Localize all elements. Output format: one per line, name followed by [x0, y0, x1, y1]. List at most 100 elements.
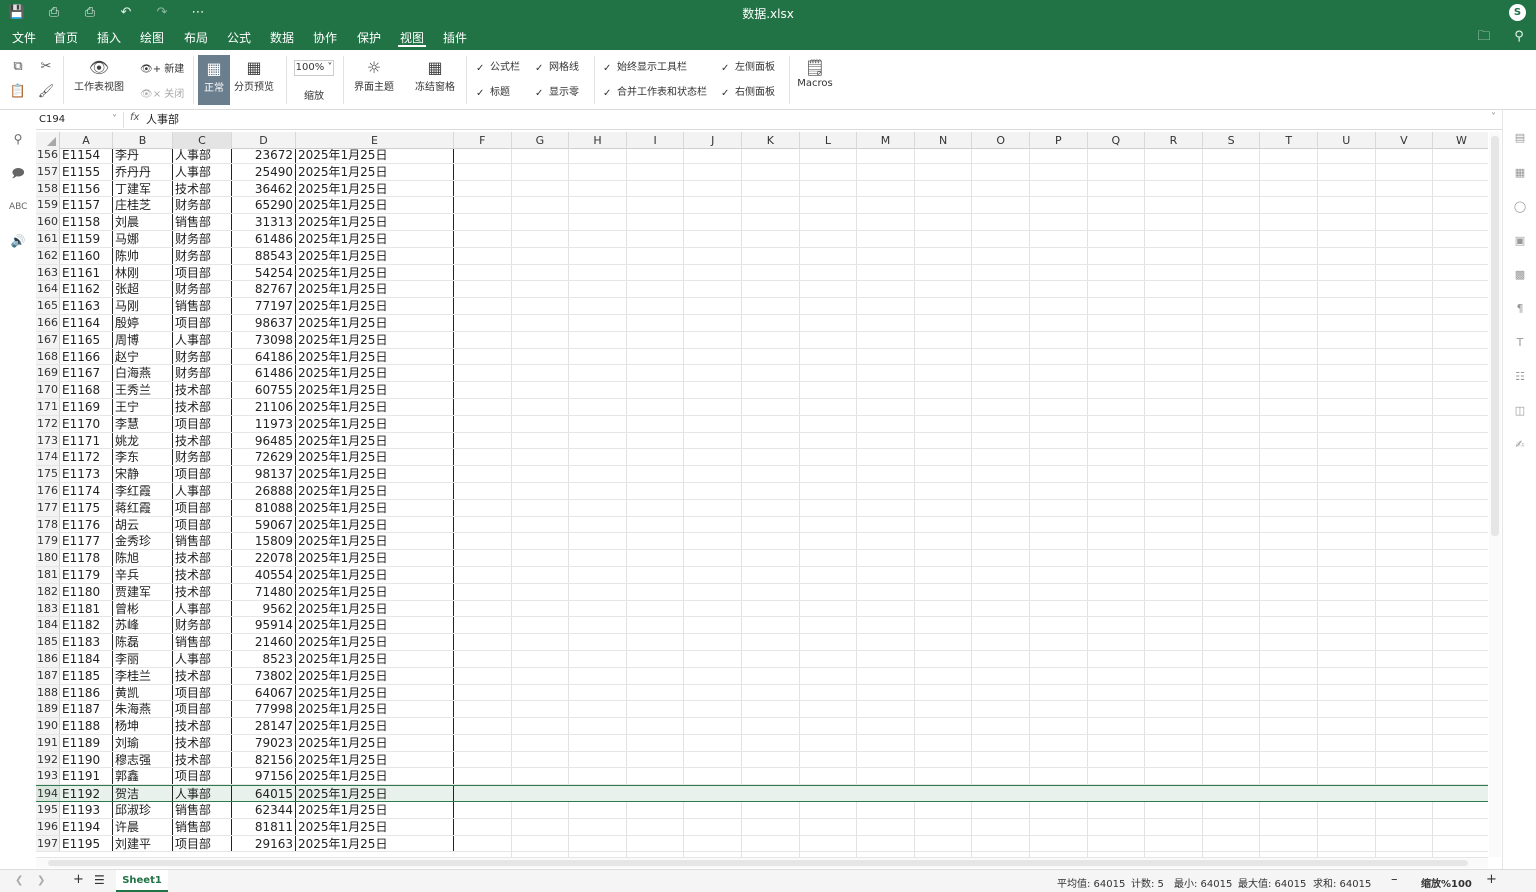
cell-amount[interactable]: 64186 — [232, 348, 296, 365]
cell-date[interactable]: 2025年1月25日 — [296, 163, 454, 180]
cell-name[interactable]: 李东 — [113, 449, 173, 466]
expand-formula-icon[interactable]: ˅ — [1491, 112, 1496, 123]
cell-amount[interactable]: 11973 — [232, 415, 296, 432]
cell-id[interactable]: E1187 — [60, 701, 113, 718]
table-row[interactable]: 159 E1157 庄桂芝 财务部 65290 2025年1月25日 — [36, 197, 1488, 215]
row-header[interactable]: 180 — [36, 550, 60, 566]
table-row[interactable]: 197 E1195 刘建平 项目部 29163 2025年1月25日 — [36, 835, 1488, 853]
shapes-icon[interactable]: ◯ — [1512, 199, 1528, 215]
properties-icon[interactable]: ▤ — [1512, 130, 1528, 146]
formula-bar-checkbox[interactable]: ✓ 公式栏 — [476, 61, 520, 75]
row-header[interactable]: 182 — [36, 583, 60, 600]
cell-amount[interactable]: 96485 — [232, 432, 296, 449]
vertical-scrollbar[interactable] — [1489, 132, 1501, 857]
cell-date[interactable]: 2025年1月25日 — [296, 566, 454, 583]
cell-amount[interactable]: 95914 — [232, 617, 296, 634]
right-panel-checkbox[interactable]: ✓ 右侧面板 — [721, 86, 775, 100]
cell-id[interactable]: E1191 — [60, 768, 113, 785]
cell-date[interactable]: 2025年1月25日 — [296, 466, 454, 482]
menu-formula[interactable]: 公式 — [225, 29, 253, 47]
row-header[interactable]: 176 — [36, 482, 60, 499]
cell-amount[interactable]: 81088 — [232, 499, 296, 516]
cell-dept[interactable]: 项目部 — [173, 415, 232, 432]
table-row[interactable]: 192 E1190 穆志强 技术部 82156 2025年1月25日 — [36, 751, 1488, 769]
cell-date[interactable]: 2025年1月25日 — [296, 499, 454, 516]
cell-dept[interactable]: 销售部 — [173, 802, 232, 818]
cell-dept[interactable]: 项目部 — [173, 499, 232, 516]
cell-id[interactable]: E1160 — [60, 247, 113, 264]
cell-name[interactable]: 乔丹丹 — [113, 163, 173, 180]
cell-amount[interactable]: 72629 — [232, 449, 296, 466]
cell-date[interactable]: 2025年1月25日 — [296, 516, 454, 533]
cell-name[interactable]: 朱海燕 — [113, 701, 173, 718]
table-row[interactable]: 176 E1174 李红霞 人事部 26888 2025年1月25日 — [36, 482, 1488, 500]
theme-button[interactable]: ☼ 界面主题 — [352, 58, 396, 93]
cell-date[interactable]: 2025年1月25日 — [296, 415, 454, 432]
table-row[interactable]: 186 E1184 李丽 人事部 8523 2025年1月25日 — [36, 650, 1488, 668]
cell-id[interactable]: E1161 — [60, 264, 113, 281]
column-header[interactable]: S — [1203, 132, 1261, 149]
column-header[interactable]: Q — [1088, 132, 1146, 149]
cell-amount[interactable]: 61486 — [232, 230, 296, 247]
row-header[interactable]: 162 — [36, 247, 60, 264]
cell-date[interactable]: 2025年1月25日 — [296, 214, 454, 230]
cell-amount[interactable]: 62344 — [232, 802, 296, 818]
avatar[interactable]: S — [1509, 4, 1526, 21]
cell-amount[interactable]: 40554 — [232, 566, 296, 583]
row-header[interactable]: 187 — [36, 667, 60, 684]
column-header[interactable]: T — [1260, 132, 1318, 149]
cell-id[interactable]: E1190 — [60, 751, 113, 768]
cell-id[interactable]: E1156 — [60, 180, 113, 197]
cell-amount[interactable]: 31313 — [232, 214, 296, 230]
cell-id[interactable]: E1172 — [60, 449, 113, 466]
cell-dept[interactable]: 销售部 — [173, 634, 232, 650]
cut-icon[interactable]: ✂ — [37, 58, 55, 76]
column-header[interactable]: A — [60, 132, 113, 149]
spellcheck-icon[interactable]: ABC — [9, 198, 27, 216]
copy-icon[interactable]: ⧉ — [9, 58, 27, 76]
cell-dept[interactable]: 人事部 — [173, 600, 232, 617]
row-header[interactable]: 172 — [36, 415, 60, 432]
cell-dept[interactable]: 财务部 — [173, 617, 232, 634]
table-row[interactable]: 179 E1177 金秀珍 销售部 15809 2025年1月25日 — [36, 533, 1488, 551]
cell-date[interactable]: 2025年1月25日 — [296, 382, 454, 398]
table-row[interactable]: 166 E1164 殷婷 项目部 98637 2025年1月25日 — [36, 314, 1488, 332]
cell-amount[interactable]: 8523 — [232, 650, 296, 667]
cell-id[interactable]: E1158 — [60, 214, 113, 230]
table-row[interactable]: 180 E1178 陈旭 技术部 22078 2025年1月25日 — [36, 550, 1488, 567]
cell-dept[interactable]: 人事部 — [173, 482, 232, 499]
cell-date[interactable]: 2025年1月25日 — [296, 264, 454, 281]
row-header[interactable]: 189 — [36, 701, 60, 718]
table-row[interactable]: 172 E1170 李慧 项目部 11973 2025年1月25日 — [36, 415, 1488, 433]
cell-amount[interactable]: 21460 — [232, 634, 296, 650]
cell-dept[interactable]: 财务部 — [173, 449, 232, 466]
cell-name[interactable]: 丁建军 — [113, 180, 173, 197]
table-row[interactable]: 168 E1166 赵宁 财务部 64186 2025年1月25日 — [36, 348, 1488, 366]
cell-dept[interactable]: 财务部 — [173, 197, 232, 214]
row-header[interactable]: 193 — [36, 768, 60, 785]
cell-id[interactable]: E1167 — [60, 365, 113, 382]
cell-amount[interactable]: 82767 — [232, 281, 296, 298]
cell-date[interactable]: 2025年1月25日 — [296, 432, 454, 449]
cell-dept[interactable]: 技术部 — [173, 566, 232, 583]
cell-dept[interactable]: 销售部 — [173, 533, 232, 550]
column-header[interactable]: O — [972, 132, 1030, 149]
cell-id[interactable]: E1155 — [60, 163, 113, 180]
cell-id[interactable]: E1154 — [60, 147, 113, 163]
cell-date[interactable]: 2025年1月25日 — [296, 583, 454, 600]
row-header[interactable]: 186 — [36, 650, 60, 667]
cell-id[interactable]: E1171 — [60, 432, 113, 449]
cell-amount[interactable]: 28147 — [232, 718, 296, 734]
cell-name[interactable]: 马娜 — [113, 230, 173, 247]
fx-icon[interactable]: fx — [130, 112, 139, 123]
headings-checkbox[interactable]: ✓ 标题 — [476, 86, 510, 100]
row-header[interactable]: 184 — [36, 617, 60, 634]
cell-amount[interactable]: 36462 — [232, 180, 296, 197]
sheet-tab[interactable]: Sheet1 — [116, 870, 168, 892]
column-header[interactable]: J — [684, 132, 742, 149]
cell-id[interactable]: E1193 — [60, 802, 113, 818]
table-row[interactable]: 193 E1191 郭鑫 项目部 97156 2025年1月25日 — [36, 768, 1488, 786]
cell-date[interactable]: 2025年1月25日 — [296, 482, 454, 499]
cell-date[interactable]: 2025年1月25日 — [296, 818, 454, 835]
row-header[interactable]: 168 — [36, 348, 60, 365]
